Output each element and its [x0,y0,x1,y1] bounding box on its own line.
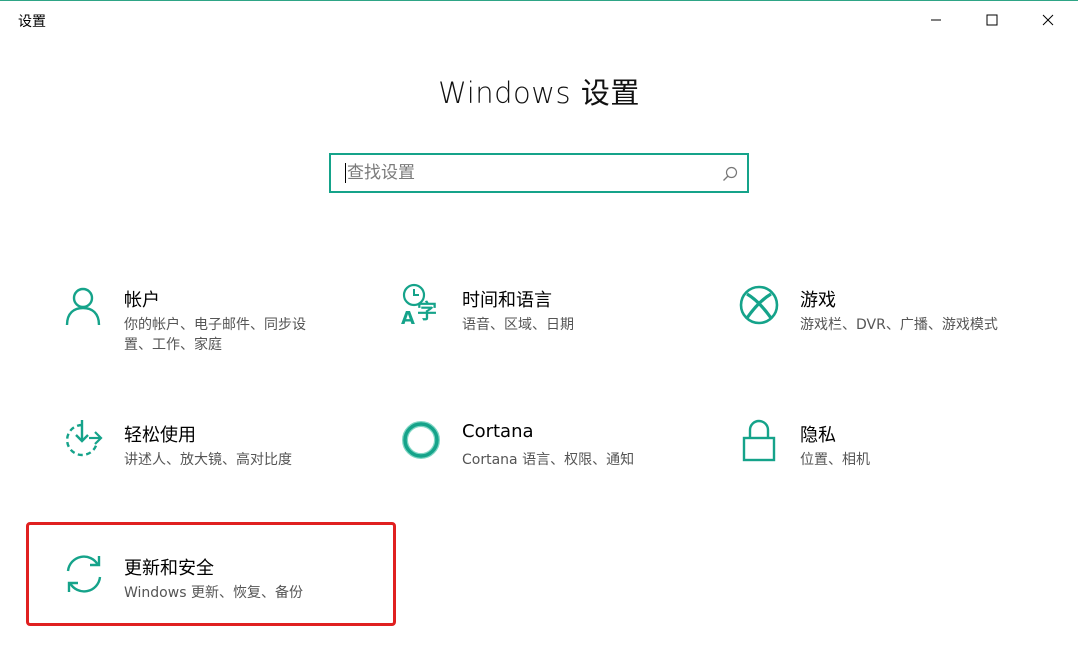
minimize-button[interactable] [908,1,964,39]
svg-text:A: A [401,308,415,327]
category-title: Cortana [462,421,534,442]
xbox-icon [739,285,779,325]
category-gaming[interactable]: 游戏 游戏栏、DVR、广播、游戏模式 [738,283,1038,373]
category-description: 你的帐户、电子邮件、同步设置、工作、家庭 [124,317,306,353]
close-button[interactable] [1020,1,1076,39]
minimize-icon [931,19,941,21]
window-title: 设置 [18,14,46,30]
svg-text:字: 字 [417,299,437,323]
text-caret [345,163,346,183]
page-title: Windows 设置 [438,76,640,110]
category-description: 游戏栏、DVR、广播、游戏模式 [800,317,998,333]
category-ease-of-access[interactable]: 轻松使用 讲述人、放大镜、高对比度 [62,418,362,508]
maximize-button[interactable] [964,1,1020,39]
person-icon [65,287,101,326]
category-title: 游戏 [800,290,836,311]
category-privacy[interactable]: 隐私 位置、相机 [738,418,1038,508]
highlight-annotation-box [26,522,396,626]
maximize-icon [986,14,998,26]
category-description: 语音、区域、日期 [462,317,574,333]
category-accounts[interactable]: 帐户 你的帐户、电子邮件、同步设置、工作、家庭 [62,283,362,373]
category-title: 轻松使用 [124,425,196,446]
category-title: 帐户 [124,290,160,311]
close-icon [1042,14,1054,26]
category-cortana[interactable]: Cortana Cortana 语言、权限、通知 [400,418,700,508]
category-title: 时间和语言 [462,290,552,311]
category-description: Cortana 语言、权限、通知 [462,452,635,468]
category-time-language[interactable]: A 字 时间和语言 语音、区域、日期 [400,283,700,373]
time-language-icon: A 字 [401,283,437,327]
search-input[interactable] [343,155,717,191]
ease-of-access-icon [66,420,103,457]
category-title: 隐私 [800,425,836,446]
search-icon[interactable] [721,165,739,183]
cortana-icon [402,421,440,459]
search-box[interactable] [329,153,749,193]
lock-icon [742,419,776,462]
category-description: 位置、相机 [800,452,870,468]
category-description: 讲述人、放大镜、高对比度 [124,452,292,468]
